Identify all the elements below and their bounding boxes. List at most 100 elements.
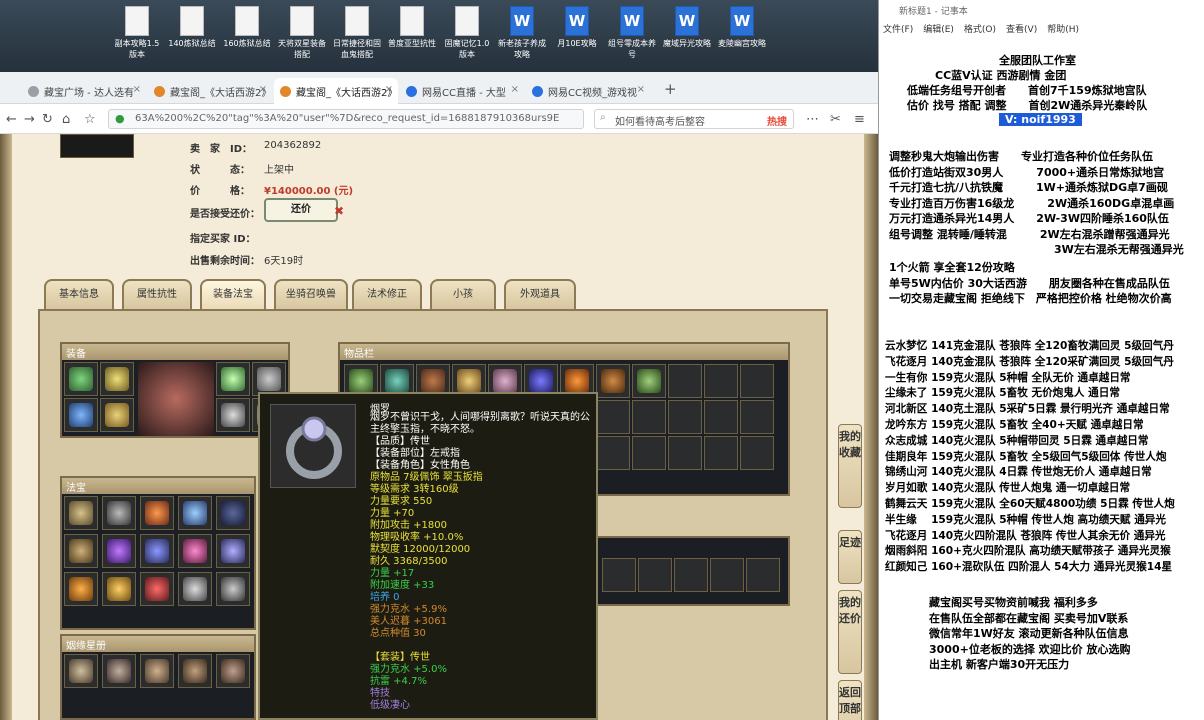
inventory-slot[interactable] bbox=[632, 436, 666, 470]
browser-tab[interactable]: 藏宝广场 - 达人选有 × bbox=[22, 78, 146, 104]
extra-slot[interactable] bbox=[746, 558, 780, 592]
equip-slot[interactable] bbox=[252, 362, 286, 396]
reload-icon[interactable]: ↻ bbox=[42, 112, 53, 127]
treasure-slot[interactable] bbox=[216, 572, 250, 606]
desktop-file-icon[interactable]: W 组号零成本养号 bbox=[607, 6, 657, 60]
notepad-line: 万元打造通杀异光14男人 2W-3W四阶睡杀160队伍 bbox=[889, 212, 1169, 225]
treasure-slot[interactable] bbox=[64, 534, 98, 568]
close-tab-icon[interactable]: × bbox=[511, 84, 519, 95]
star-slot[interactable] bbox=[140, 654, 174, 688]
close-tab-icon[interactable]: × bbox=[385, 84, 393, 95]
side-tab-my-offers[interactable]: 我的还价 bbox=[838, 590, 862, 674]
side-tab-favorites[interactable]: 我的收藏 bbox=[838, 424, 862, 508]
treasure-slot[interactable] bbox=[140, 496, 174, 530]
desktop-file-icon[interactable]: W 新老孩子养成攻略 bbox=[497, 6, 547, 60]
star-slot[interactable] bbox=[178, 654, 212, 688]
desktop-file-icon[interactable]: 140炼狱总结 bbox=[167, 6, 217, 49]
extra-slot[interactable] bbox=[638, 558, 672, 592]
desktop-file-icon[interactable]: 日常捷径和固血鬼搭配 bbox=[332, 6, 382, 60]
desktop-file-icon[interactable]: 160炼狱总结 bbox=[222, 6, 272, 49]
inventory-slot[interactable] bbox=[596, 364, 630, 398]
home-icon[interactable]: ⌂ bbox=[62, 112, 70, 127]
treasure-slot[interactable] bbox=[216, 496, 250, 530]
side-tab-back-to-top[interactable]: 返回顶部 bbox=[838, 680, 862, 720]
inventory-slot[interactable] bbox=[740, 436, 774, 470]
treasure-slot[interactable] bbox=[140, 534, 174, 568]
inventory-slot[interactable] bbox=[740, 400, 774, 434]
equip-slot[interactable] bbox=[64, 362, 98, 396]
inventory-slot[interactable] bbox=[632, 400, 666, 434]
equip-slot[interactable] bbox=[100, 362, 134, 396]
extra-slot[interactable] bbox=[710, 558, 744, 592]
star-slot[interactable] bbox=[216, 654, 250, 688]
tab-equipment[interactable]: 装备法宝 bbox=[200, 279, 266, 309]
star-slot[interactable] bbox=[64, 654, 98, 688]
equip-slot[interactable] bbox=[100, 398, 134, 432]
treasure-slot[interactable] bbox=[64, 572, 98, 606]
inventory-slot[interactable] bbox=[704, 436, 738, 470]
desktop-file-label: 160炼狱总结 bbox=[223, 39, 271, 48]
back-icon[interactable]: ← bbox=[6, 112, 17, 127]
equip-slot[interactable] bbox=[216, 398, 250, 432]
forward-icon[interactable]: → bbox=[24, 112, 35, 127]
tab-appearance[interactable]: 外观道具 bbox=[504, 279, 576, 309]
notepad-menu-item[interactable]: 编辑(E) bbox=[923, 25, 954, 35]
tab-spells[interactable]: 法术修正 bbox=[352, 279, 422, 309]
browser-tab[interactable]: 网易CC直播 - 大型 × bbox=[400, 78, 524, 104]
tab-basic-info[interactable]: 基本信息 bbox=[44, 279, 114, 309]
equip-slot[interactable] bbox=[64, 398, 98, 432]
extra-slot[interactable] bbox=[674, 558, 708, 592]
inventory-slot[interactable] bbox=[632, 364, 666, 398]
inventory-slot[interactable] bbox=[596, 400, 630, 434]
search-input[interactable]: ⌕ 如何看待高考后整容 热搜 bbox=[594, 109, 794, 129]
browser-tab[interactable]: 网易CC视频_游戏视 × bbox=[526, 78, 650, 104]
inventory-slot[interactable] bbox=[596, 436, 630, 470]
close-tab-icon[interactable]: × bbox=[637, 84, 645, 95]
desktop-file-icon[interactable]: 天将双星装备搭配 bbox=[277, 6, 327, 60]
offer-button[interactable]: 还价 bbox=[264, 198, 338, 222]
treasure-slot[interactable] bbox=[64, 496, 98, 530]
star-slot[interactable] bbox=[102, 654, 136, 688]
notepad-menu-item[interactable]: 文件(F) bbox=[883, 25, 913, 35]
treasure-slot[interactable] bbox=[140, 572, 174, 606]
treasure-slot[interactable] bbox=[102, 572, 136, 606]
new-tab-icon[interactable]: + bbox=[664, 80, 677, 98]
close-tab-icon[interactable]: × bbox=[259, 84, 267, 95]
inventory-slot[interactable] bbox=[704, 364, 738, 398]
treasure-slot[interactable] bbox=[178, 496, 212, 530]
treasure-slot[interactable] bbox=[216, 534, 250, 568]
browser-tab[interactable]: 藏宝阁_《大话西游2》 × bbox=[274, 78, 398, 104]
treasure-slot[interactable] bbox=[102, 534, 136, 568]
settings-icon[interactable]: ✂ bbox=[830, 112, 841, 127]
menu-icon[interactable]: ⋯ bbox=[806, 112, 819, 127]
url-field[interactable]: ● 63A%200%2C%20"tag"%3A%20"user"%7D&reco… bbox=[108, 109, 584, 129]
star-icon[interactable]: ☆ bbox=[84, 112, 96, 127]
inventory-slot[interactable] bbox=[704, 400, 738, 434]
tab-attributes[interactable]: 属性抗性 bbox=[122, 279, 192, 309]
notepad-menu-item[interactable]: 格式(O) bbox=[964, 25, 996, 35]
desktop-file-icon[interactable]: 副本攻略1.5版本 bbox=[112, 6, 162, 60]
tab-mounts-pets[interactable]: 坐骑召唤兽 bbox=[274, 279, 348, 309]
browser-tab[interactable]: 藏宝阁_《大话西游2》 × bbox=[148, 78, 272, 104]
inventory-slot[interactable] bbox=[668, 436, 702, 470]
inventory-slot[interactable] bbox=[668, 400, 702, 434]
notepad-menu-item[interactable]: 查看(V) bbox=[1006, 25, 1037, 35]
desktop-file-icon[interactable]: 固魔记忆1.0版本 bbox=[442, 6, 492, 60]
desktop-file-icon[interactable]: 普度亚型抗性 bbox=[387, 6, 437, 49]
treasure-slot[interactable] bbox=[102, 496, 136, 530]
browser-tab-label: 网易CC视频_游戏视 bbox=[548, 88, 637, 99]
inventory-slot[interactable] bbox=[668, 364, 702, 398]
equip-slot[interactable] bbox=[216, 362, 250, 396]
side-tab-footprint[interactable]: 足迹 bbox=[838, 530, 862, 584]
desktop-file-icon[interactable]: W 月10E攻略 bbox=[552, 6, 602, 49]
desktop-file-icon[interactable]: W 魔域异光攻略 bbox=[662, 6, 712, 49]
extra-slot[interactable] bbox=[602, 558, 636, 592]
desktop-file-icon[interactable]: W 麦陵幽宫攻略 bbox=[717, 6, 767, 49]
treasure-slot[interactable] bbox=[178, 572, 212, 606]
notepad-menu-item[interactable]: 帮助(H) bbox=[1047, 25, 1079, 35]
hamburger-icon[interactable]: ≡ bbox=[854, 112, 865, 127]
close-tab-icon[interactable]: × bbox=[133, 84, 141, 95]
treasure-slot[interactable] bbox=[178, 534, 212, 568]
tab-child[interactable]: 小孩 bbox=[430, 279, 496, 309]
inventory-slot[interactable] bbox=[740, 364, 774, 398]
